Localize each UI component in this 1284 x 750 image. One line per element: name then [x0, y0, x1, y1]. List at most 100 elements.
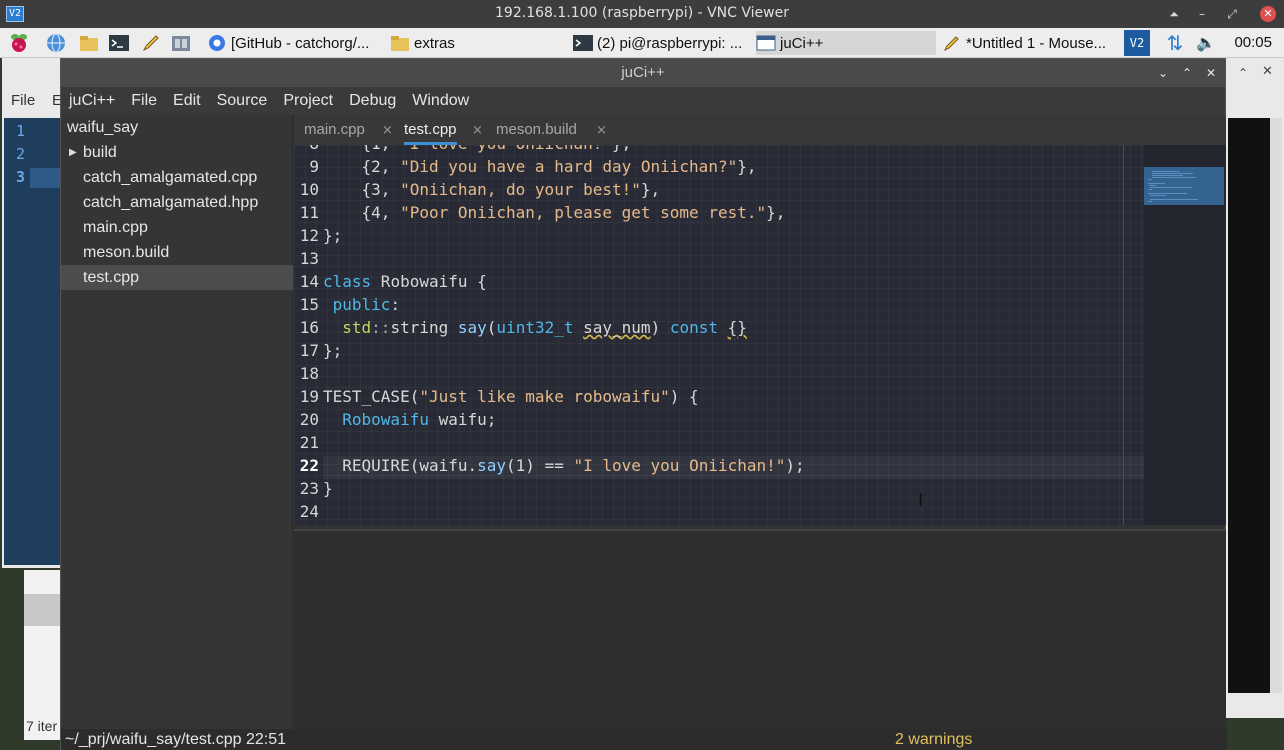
bg-line-number: 2: [16, 145, 26, 163]
taskbar: [GitHub - catchorg/... extras (2) pi@ras…: [0, 28, 1284, 58]
maximize-button[interactable]: ⌃: [1177, 63, 1197, 83]
line-number: 17: [299, 341, 319, 360]
menu-debug[interactable]: Debug: [341, 87, 404, 115]
tab-meson-build[interactable]: meson.build: [496, 115, 577, 145]
line-number: 20: [299, 410, 319, 429]
vnc-minimize-button[interactable]: –: [1192, 4, 1212, 24]
tree-root[interactable]: waifu_say: [61, 115, 293, 140]
file-manager-icon[interactable]: [78, 32, 100, 54]
menu-window[interactable]: Window: [404, 87, 477, 115]
bg-file-menu[interactable]: File: [11, 92, 35, 109]
juci-window-title: juCi++: [621, 64, 665, 81]
tree-item-meson-build[interactable]: meson.build: [61, 240, 293, 265]
status-warnings[interactable]: 2 warnings: [895, 729, 972, 750]
code-editor[interactable]: 8 9 10 11 12 13 14 15 16 17 18 19 20 21 22 23 24 {1, "I …: [294, 145, 1226, 525]
minimize-button[interactable]: ⌄: [1153, 63, 1173, 83]
menu-edit[interactable]: Edit: [165, 87, 209, 115]
task-label: juCi++: [780, 34, 824, 52]
tab-label: test.cpp: [404, 121, 457, 138]
line-number: 9: [309, 157, 319, 176]
tab-label: meson.build: [496, 121, 577, 138]
background-window-left-lower: 7 iter: [24, 570, 60, 740]
vnc-pin-button[interactable]: ⏶: [1164, 4, 1184, 24]
code-line[interactable]: std::string say(uint32_t say_num) const …: [323, 318, 747, 337]
volume-icon[interactable]: 🔈: [1194, 31, 1218, 55]
close-icon[interactable]: ✕: [1262, 64, 1273, 79]
tab-close-icon[interactable]: ×: [382, 123, 393, 138]
menu-file[interactable]: File: [123, 87, 165, 115]
code-line[interactable]: public:: [323, 295, 400, 314]
task-label: extras: [414, 34, 455, 52]
tree-item-label: build: [83, 144, 117, 161]
task-label: [GitHub - catchorg/...: [231, 34, 370, 52]
tree-item-test-cpp[interactable]: test.cpp: [61, 265, 293, 290]
task-juci[interactable]: juCi++: [756, 31, 936, 55]
code-line[interactable]: {1, "I love you Oniichan!"},: [323, 145, 632, 153]
line-number: 18: [299, 364, 319, 383]
terminal-pane[interactable]: [294, 529, 1226, 729]
line-number: 12: [299, 226, 319, 245]
archive-manager-icon[interactable]: [170, 32, 192, 54]
task-terminal[interactable]: (2) pi@raspberrypi: ...: [573, 31, 749, 55]
code-line[interactable]: };: [323, 341, 342, 360]
line-number-gutter: 8 9 10 11 12 13 14 15 16 17 18 19 20 21 22 23 24: [294, 145, 322, 525]
code-line[interactable]: {4, "Poor Oniichan, please get some rest…: [323, 203, 786, 222]
tree-item-catch-cpp[interactable]: catch_amalgamated.cpp: [61, 165, 293, 190]
background-scrollbar[interactable]: [1270, 118, 1282, 693]
bg-line-number: 3: [16, 168, 26, 186]
task-mousepad[interactable]: *Untitled 1 - Mouse...: [942, 31, 1114, 55]
tree-item-build[interactable]: ▶ build: [61, 140, 293, 165]
folder-icon: [390, 34, 410, 52]
right-margin-line: [1123, 145, 1124, 525]
vnc-close-button[interactable]: ✕: [1260, 6, 1276, 22]
pencil-icon: [942, 34, 962, 52]
browser-globe-icon[interactable]: [45, 32, 67, 54]
expander-arrow-icon[interactable]: ▶: [69, 140, 77, 165]
line-number: 24: [299, 502, 319, 521]
status-bar: ~/_prj/waifu_say/test.cpp 22:51 2 warnin…: [61, 729, 1227, 750]
chevron-up-icon[interactable]: ⌃: [1238, 66, 1248, 80]
raspberry-menu-icon[interactable]: [8, 32, 30, 54]
background-code-area: 1 2 3: [4, 118, 60, 565]
tab-main-cpp[interactable]: main.cpp: [304, 115, 365, 145]
tree-item-catch-hpp[interactable]: catch_amalgamated.hpp: [61, 190, 293, 215]
menu-project[interactable]: Project: [275, 87, 341, 115]
project-tree: waifu_say ▶ build catch_amalgamated.cpp …: [61, 115, 293, 729]
line-number: 10: [299, 180, 319, 199]
vnc-restore-button[interactable]: ⤢: [1222, 4, 1242, 24]
menu-juci[interactable]: juCi++: [61, 87, 123, 115]
clock[interactable]: 00:05: [1234, 34, 1272, 51]
network-icon[interactable]: ⇅: [1164, 31, 1186, 55]
line-number: 11: [299, 203, 319, 222]
juci-window: juCi++ ⌄ ⌃ ✕ juCi++ File Edit Source Pro…: [60, 58, 1227, 750]
code-line[interactable]: };: [323, 226, 342, 245]
editor-tabs: main.cpp × test.cpp × meson.build ×: [294, 115, 1226, 145]
code-line[interactable]: class Robowaifu {: [323, 272, 487, 291]
vnc-tray-icon[interactable]: V2: [1124, 30, 1150, 56]
text-editor-icon[interactable]: [140, 32, 162, 54]
line-number: 21: [299, 433, 319, 452]
task-extras-folder[interactable]: extras: [390, 31, 560, 55]
code-line[interactable]: REQUIRE(waifu.say(1) == "I love you Onii…: [323, 456, 804, 475]
line-number: 19: [299, 387, 319, 406]
code-line[interactable]: {3, "Oniichan, do your best!"},: [323, 180, 661, 199]
code-line[interactable]: }: [323, 479, 333, 498]
tree-item-main-cpp[interactable]: main.cpp: [61, 215, 293, 240]
juci-titlebar[interactable]: juCi++ ⌄ ⌃ ✕: [61, 59, 1225, 87]
tab-label: main.cpp: [304, 121, 365, 138]
menu-source[interactable]: Source: [209, 87, 276, 115]
window-icon: [756, 34, 776, 52]
terminal-icon: [573, 34, 593, 52]
code-line[interactable]: TEST_CASE("Just like make robowaifu") {: [323, 387, 699, 406]
close-button[interactable]: ✕: [1201, 63, 1221, 83]
code-line[interactable]: {2, "Did you have a hard day Oniichan?"}…: [323, 157, 757, 176]
task-github-browser[interactable]: [GitHub - catchorg/...: [207, 31, 385, 55]
tab-test-cpp[interactable]: test.cpp: [404, 115, 457, 145]
tab-close-icon[interactable]: ×: [472, 123, 483, 138]
code-line[interactable]: Robowaifu waifu;: [323, 410, 496, 429]
terminal-launcher-icon[interactable]: [108, 32, 130, 54]
tab-close-icon[interactable]: ×: [596, 123, 607, 138]
vnc-titlebar: V2 192.168.1.100 (raspberrypi) - VNC Vie…: [0, 0, 1284, 28]
bg-status-text: 7 iter: [26, 718, 58, 734]
minimap-viewport[interactable]: [1144, 167, 1224, 205]
